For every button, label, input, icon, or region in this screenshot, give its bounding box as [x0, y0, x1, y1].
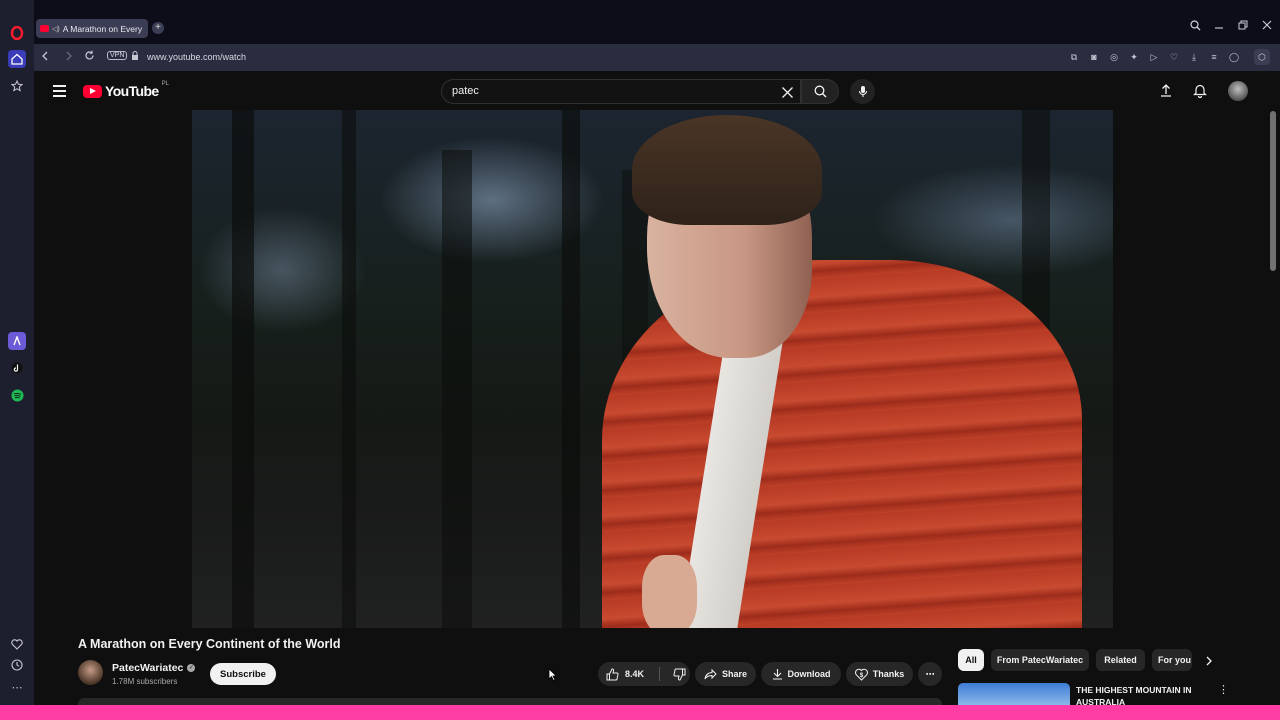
- like-button[interactable]: 8.4K: [606, 667, 645, 681]
- share-icon: [704, 668, 717, 679]
- person-hand: [642, 555, 697, 628]
- chevron-right-icon[interactable]: [1205, 654, 1213, 672]
- youtube-header: YouTube PL: [34, 71, 1280, 111]
- lock-icon[interactable]: [131, 51, 139, 64]
- dislike-button[interactable]: [673, 668, 686, 681]
- video-player[interactable]: [192, 110, 1113, 628]
- like-count: 8.4K: [625, 669, 645, 679]
- channel-name[interactable]: PatecWariatec: [112, 662, 183, 674]
- like-dislike-group: 8.4K: [598, 662, 690, 686]
- extension-icon[interactable]: ✦: [1128, 51, 1140, 63]
- bookmarks-star-icon[interactable]: [8, 77, 26, 95]
- player-icon[interactable]: ▷: [1148, 51, 1160, 63]
- more-dots-icon: ⋯: [925, 668, 935, 679]
- microphone-icon: [858, 86, 867, 97]
- page-scrollbar[interactable]: [1270, 111, 1276, 271]
- recommended-thumbnail[interactable]: [958, 683, 1070, 705]
- search-box[interactable]: [441, 79, 801, 104]
- chip-from-channel[interactable]: From PatecWariatec: [991, 649, 1089, 671]
- youtube-play-icon: [83, 84, 102, 98]
- restore-icon[interactable]: [1238, 20, 1248, 33]
- voice-search-button[interactable]: [850, 79, 875, 104]
- recommended-title[interactable]: THE HIGHEST MOUNTAIN IN AUSTRALIA: [1076, 684, 1216, 706]
- tab-strip: ◁) A Marathon on Every +: [34, 0, 1280, 44]
- download-button[interactable]: Download: [761, 662, 841, 686]
- downloads-icon[interactable]: ⤓: [1188, 51, 1200, 63]
- reload-icon[interactable]: [84, 50, 95, 64]
- recommended-menu-icon[interactable]: ⋮: [1218, 683, 1229, 696]
- url-field[interactable]: www.youtube.com/watch: [147, 52, 246, 62]
- verified-check-icon: ✓: [187, 664, 196, 672]
- history-clock-icon[interactable]: [8, 656, 26, 674]
- opera-sidebar: ⋯: [0, 0, 34, 720]
- thumbs-up-icon: [606, 667, 619, 680]
- profile-icon[interactable]: ◯: [1228, 51, 1240, 63]
- clear-search-icon[interactable]: [781, 83, 794, 103]
- divider: [659, 667, 661, 681]
- shield-icon[interactable]: ◎: [1108, 51, 1120, 63]
- subscriber-count: 1.78M subscribers: [112, 677, 178, 686]
- thumbs-down-icon: [673, 668, 686, 681]
- mouse-cursor-icon: [548, 668, 558, 686]
- home-icon[interactable]: [8, 50, 26, 68]
- vpn-badge[interactable]: VPN: [107, 51, 128, 60]
- thanks-button[interactable]: $ Thanks: [846, 662, 913, 686]
- forward-icon[interactable]: [64, 50, 74, 65]
- opera-logo-icon[interactable]: [8, 24, 26, 42]
- account-avatar[interactable]: [1228, 81, 1248, 101]
- channel-name-row[interactable]: PatecWariatec ✓: [112, 662, 196, 674]
- search-icon: [814, 85, 826, 98]
- address-bar: VPN www.youtube.com/watch ⧉ ◙ ◎ ✦ ▷ ♡ ⤓ …: [34, 44, 1280, 71]
- browser-tab[interactable]: ◁) A Marathon on Every: [36, 19, 148, 38]
- tiktok-icon[interactable]: [8, 359, 26, 377]
- share-button[interactable]: Share: [695, 662, 756, 686]
- favorites-heart-icon[interactable]: ♡: [1168, 51, 1180, 63]
- screen: ⋯ ◁) A Marathon on Every + VPN www.youtu…: [0, 0, 1280, 720]
- youtube-favicon-icon: [40, 25, 49, 32]
- subscribe-button[interactable]: Subscribe: [210, 663, 276, 685]
- minimize-icon[interactable]: [1214, 20, 1224, 33]
- speaker-icon: ◁): [52, 25, 60, 33]
- download-label: Download: [787, 669, 831, 679]
- chip-all[interactable]: All: [958, 649, 984, 671]
- more-actions-button[interactable]: ⋯: [918, 662, 942, 686]
- menu-cube-icon[interactable]: ⬡: [1254, 49, 1270, 65]
- video-title: A Marathon on Every Continent of the Wor…: [78, 637, 341, 651]
- aria-ai-icon[interactable]: [8, 332, 26, 350]
- thanks-label: Thanks: [872, 669, 905, 679]
- search-tabs-icon[interactable]: [1190, 20, 1201, 34]
- person-hair: [632, 115, 822, 225]
- tab-title: A Marathon on Every: [62, 23, 143, 34]
- youtube-page: YouTube PL patec A Marathon on Every Con…: [34, 71, 1280, 720]
- new-tab-button[interactable]: +: [152, 22, 164, 34]
- share-label: Share: [721, 669, 747, 679]
- spotify-icon[interactable]: [8, 386, 26, 404]
- thanks-dollar-icon: $: [854, 668, 868, 681]
- hamburger-menu-icon[interactable]: [53, 85, 66, 100]
- upload-icon[interactable]: [1160, 83, 1172, 102]
- close-window-icon[interactable]: [1262, 20, 1272, 33]
- notifications-bell-icon[interactable]: [1193, 83, 1207, 103]
- youtube-logo-text: YouTube: [105, 83, 159, 99]
- snapshot-icon[interactable]: ⧉: [1068, 51, 1080, 63]
- easy-setup-icon[interactable]: ≡: [1208, 51, 1220, 63]
- download-icon: [772, 669, 782, 680]
- channel-avatar[interactable]: [78, 660, 103, 685]
- heart-icon[interactable]: [8, 635, 26, 653]
- chip-for-you[interactable]: For you: [1152, 649, 1192, 671]
- chip-related[interactable]: Related: [1096, 649, 1145, 671]
- youtube-logo[interactable]: YouTube PL: [83, 81, 169, 99]
- back-icon[interactable]: [40, 50, 50, 65]
- more-options-icon[interactable]: ⋯: [8, 678, 26, 696]
- search-input[interactable]: [452, 85, 752, 97]
- country-code: PL: [161, 81, 169, 87]
- camera-icon[interactable]: ◙: [1088, 51, 1100, 63]
- taskbar-strip: [0, 705, 1280, 720]
- search-button[interactable]: [801, 79, 839, 104]
